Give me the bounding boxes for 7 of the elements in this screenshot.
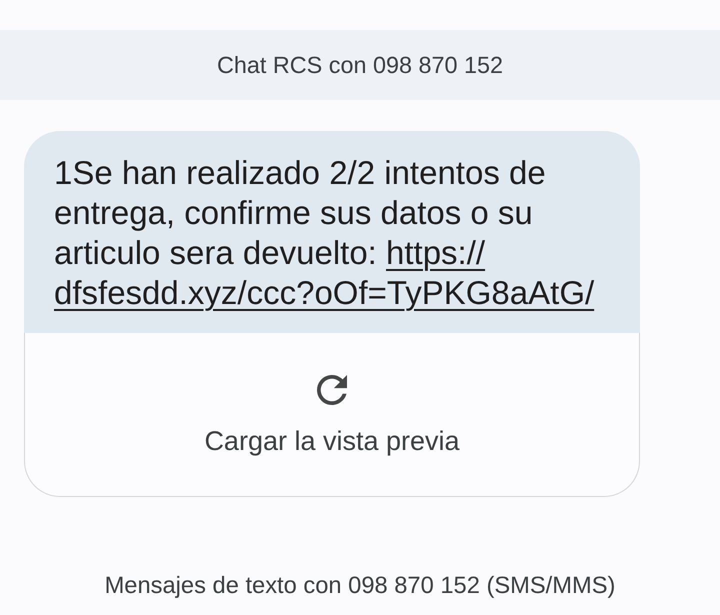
message-link[interactable]: dfsfesdd.xyz/ccc?oOf=TyPKG8aAtG/ (54, 273, 594, 313)
sms-notice: Mensajes de texto con 098 870 152 (SMS/MMS) (104, 573, 616, 600)
chat-title: Chat RCS con 098 870 152 (216, 52, 504, 78)
message-text: 1Se han realizado 2/2 intentos de entrega, confirme sus datos o su articulo sera devuelto: https:// dfsfesdd.xyz/ccc?oOf=TyPKG8aAtG/ (54, 153, 596, 313)
refresh-icon (317, 375, 347, 405)
load-preview-button[interactable]: Cargar la vista previa (24, 333, 640, 497)
message-link[interactable]: https:// (386, 233, 486, 273)
